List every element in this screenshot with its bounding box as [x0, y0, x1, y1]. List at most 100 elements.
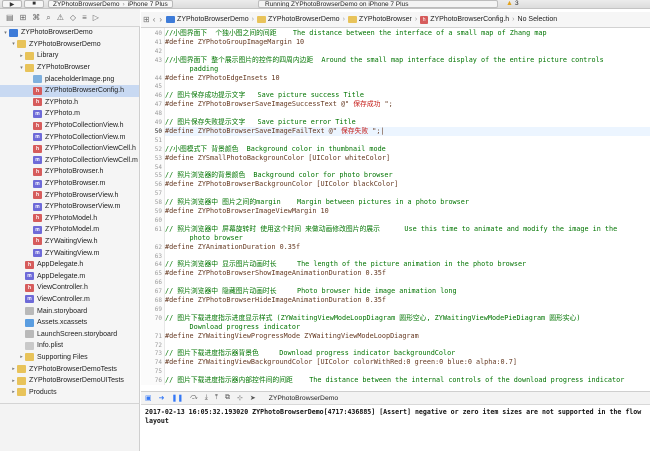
- hide-debug-icon[interactable]: ▣: [145, 394, 152, 402]
- jump-bar-segment[interactable]: ZYPhotoBrowserDemo: [166, 16, 249, 23]
- navigator-item[interactable]: m ZYPhotoBrowser.m: [0, 178, 139, 190]
- code-line[interactable]: [165, 136, 650, 145]
- code-line[interactable]: // 照片浏览器中 屏幕旋转时 使用这个时间 来做动画修改图片的展示 Use t…: [165, 225, 650, 234]
- code-line[interactable]: photo browser: [165, 234, 650, 243]
- code-line[interactable]: // 照片浏览器中 隐藏图片动画时长 Photo browser hide im…: [165, 287, 650, 296]
- disclosure-triangle-icon[interactable]: ▾: [18, 65, 25, 71]
- disclosure-triangle-icon[interactable]: ▸: [10, 366, 17, 372]
- navigator-item[interactable]: ▸ Products: [0, 386, 139, 398]
- code-line[interactable]: [165, 278, 650, 287]
- scheme-selector[interactable]: ZYPhotoBrowserDemo › iPhone 7 Plus: [48, 0, 173, 8]
- code-line[interactable]: [165, 216, 650, 225]
- code-line[interactable]: #define ZYPhotoBrowserBackgrounColor [UI…: [165, 180, 650, 189]
- navigator-item[interactable]: Info.plist: [0, 340, 139, 352]
- disclosure-triangle-icon[interactable]: ▾: [10, 41, 17, 47]
- related-items-icon[interactable]: ⊞: [143, 15, 150, 24]
- code-line[interactable]: #define ZYAnimationDuration 0.35f: [165, 243, 650, 252]
- source-editor[interactable]: 40 41 42 43 44 45 46 47 48 49 50 51 52 53 54 55 56 57 58 59…: [141, 28, 650, 385]
- code-line[interactable]: // 照片浏览器中 显示图片动画时长 The length of the pic…: [165, 260, 650, 269]
- navigator-item[interactable]: LaunchScreen.storyboard: [0, 328, 139, 340]
- code-line[interactable]: #define ZYPhotoBrowserHideImageAnimation…: [165, 296, 650, 305]
- folder-icon[interactable]: ▤: [6, 13, 14, 22]
- code-line[interactable]: //小图界面下 整个展示图片的控件的四周内边距 Around the small…: [165, 56, 650, 65]
- step-over-icon[interactable]: ⤼: [190, 394, 197, 402]
- code-line[interactable]: [165, 305, 650, 314]
- navigator-item[interactable]: m ViewController.m: [0, 294, 139, 306]
- navigator-item[interactable]: m ZYPhotoBrowserView.m: [0, 201, 139, 213]
- console-output[interactable]: 2017-02-13 16:05:32.193020 ZYPhotoBrowse…: [141, 406, 650, 451]
- navigator-item[interactable]: ▸ Library: [0, 50, 139, 62]
- code-line[interactable]: #define ZYPhotoBrowserSaveImageFailText …: [165, 126, 650, 136]
- code-line[interactable]: [165, 109, 650, 118]
- navigator-item[interactable]: h ZYWaitingView.h: [0, 236, 139, 248]
- navigator-item[interactable]: h ZYPhotoBrowserConfig.h: [0, 84, 139, 97]
- view-debugger-icon[interactable]: ⧉: [225, 394, 230, 402]
- code-line[interactable]: // 图片下载进度指示进度显示样式 (ZYWaitingViewModeLoop…: [165, 314, 650, 323]
- forward-icon[interactable]: ›: [159, 15, 162, 24]
- navigator-item[interactable]: ▾ ZYPhotoBrowserDemo: [0, 27, 139, 39]
- disclosure-triangle-icon[interactable]: ▸: [18, 53, 25, 59]
- source-control-icon[interactable]: ⊞: [20, 13, 27, 22]
- navigator-item[interactable]: m ZYPhotoCollectionViewCell.m: [0, 155, 139, 167]
- disclosure-triangle-icon[interactable]: ▾: [2, 30, 9, 36]
- code-line[interactable]: #define ZYSmallPhotoBackgrounColor [UICo…: [165, 154, 650, 163]
- debug-icon[interactable]: ≡: [82, 13, 87, 22]
- navigator-item[interactable]: m ZYWaitingView.m: [0, 247, 139, 259]
- navigator-item[interactable]: h ZYPhotoBrowser.h: [0, 166, 139, 178]
- run-button[interactable]: ▶: [2, 0, 22, 8]
- jump-bar-segment[interactable]: h ZYPhotoBrowserConfig.h: [420, 15, 509, 24]
- code-line[interactable]: [165, 189, 650, 198]
- navigator-item[interactable]: h ZYPhotoModel.h: [0, 213, 139, 225]
- jump-bar-segment[interactable]: ZYPhotoBrowserDemo: [256, 16, 340, 23]
- code-line[interactable]: #define ZYWaitingViewBackgroundColor [UI…: [165, 358, 650, 367]
- disclosure-triangle-icon[interactable]: ▸: [18, 354, 25, 360]
- code-line[interactable]: // 照片浏览器中 图片之间的margin Margin between pic…: [165, 198, 650, 207]
- navigator-item[interactable]: h AppDelegate.h: [0, 259, 139, 271]
- navigator-item[interactable]: h ZYPhotoCollectionViewCell.h: [0, 143, 139, 155]
- disclosure-triangle-icon[interactable]: ▸: [10, 389, 17, 395]
- navigator-item[interactable]: h ZYPhotoCollectionView.h: [0, 120, 139, 132]
- navigator-item[interactable]: ▸ ZYPhotoBrowserDemoUITests: [0, 375, 139, 387]
- simulate-location-icon[interactable]: ➤: [250, 394, 256, 402]
- code-line[interactable]: [165, 341, 650, 350]
- jump-bar-segment[interactable]: ZYPhotoBrowser: [347, 16, 412, 23]
- code-line[interactable]: //小图模式下 背景颜色 Background color in thumbna…: [165, 145, 650, 154]
- navigator-item[interactable]: m ZYPhoto.m: [0, 108, 139, 120]
- breakpoints-toggle-icon[interactable]: ➜: [159, 394, 165, 402]
- search-icon[interactable]: ⌕: [46, 13, 50, 23]
- pause-icon[interactable]: ❚❚: [172, 394, 184, 402]
- warning-indicator[interactable]: ▲ 3: [506, 0, 519, 7]
- navigator-item[interactable]: Main.storyboard: [0, 305, 139, 317]
- code-line[interactable]: #define ZYPhotoBrowserSaveImageSuccessTe…: [165, 100, 650, 109]
- code-line[interactable]: // 图片下载进度指示器内部控件间的间距 The distance betwee…: [165, 376, 650, 385]
- navigator-item[interactable]: h ZYPhoto.h: [0, 97, 139, 109]
- navigator-item[interactable]: Assets.xcassets: [0, 317, 139, 329]
- navigator-item[interactable]: ▸ ZYPhotoBrowserDemoTests: [0, 363, 139, 375]
- navigator-item[interactable]: ▾ ZYPhotoBrowserDemo: [0, 39, 139, 51]
- code-area[interactable]: //小图界面下 个独小图之间的间距 The distance between t…: [165, 28, 650, 385]
- code-line[interactable]: #define ZYPhotoEdgeInsets 10: [165, 74, 650, 83]
- navigator-item[interactable]: m ZYPhotoModel.m: [0, 224, 139, 236]
- memory-graph-icon[interactable]: ⊹: [237, 394, 243, 402]
- navigator-item[interactable]: ▸ Supporting Files: [0, 352, 139, 364]
- code-line[interactable]: // 图片保存成功提示文字 Save picture success Title: [165, 91, 650, 100]
- navigator-item[interactable]: h ZYPhotoBrowserView.h: [0, 189, 139, 201]
- code-line[interactable]: Download progress indicator: [165, 323, 650, 332]
- code-line[interactable]: // 图片保存失败提示文字 Save picture error Title: [165, 118, 650, 127]
- step-in-icon[interactable]: ⤓: [205, 394, 208, 402]
- back-icon[interactable]: ‹: [153, 15, 156, 24]
- code-line[interactable]: [165, 163, 650, 172]
- code-line[interactable]: // 图片下载进度指示器背景色 Download progress indica…: [165, 349, 650, 358]
- code-line[interactable]: #define ZYPhotoBrowserImageViewMargin 10: [165, 207, 650, 216]
- test-icon[interactable]: ◇: [70, 13, 76, 22]
- stop-button[interactable]: ■: [24, 0, 44, 8]
- jump-bar-segment[interactable]: No Selection: [518, 16, 558, 23]
- symbol-icon[interactable]: ⌘: [32, 13, 40, 22]
- issue-icon[interactable]: ⚠: [57, 13, 64, 22]
- code-line[interactable]: [165, 252, 650, 261]
- navigator-item[interactable]: placeholderImage.png: [0, 73, 139, 85]
- code-line[interactable]: #define ZYPhotoGroupImageMargin 10: [165, 38, 650, 47]
- code-line[interactable]: #define ZYWaitingViewProgressMode ZYWait…: [165, 332, 650, 341]
- code-line[interactable]: //小图界面下 个独小图之间的间距 The distance between t…: [165, 29, 650, 38]
- navigator-item[interactable]: h ViewController.h: [0, 282, 139, 294]
